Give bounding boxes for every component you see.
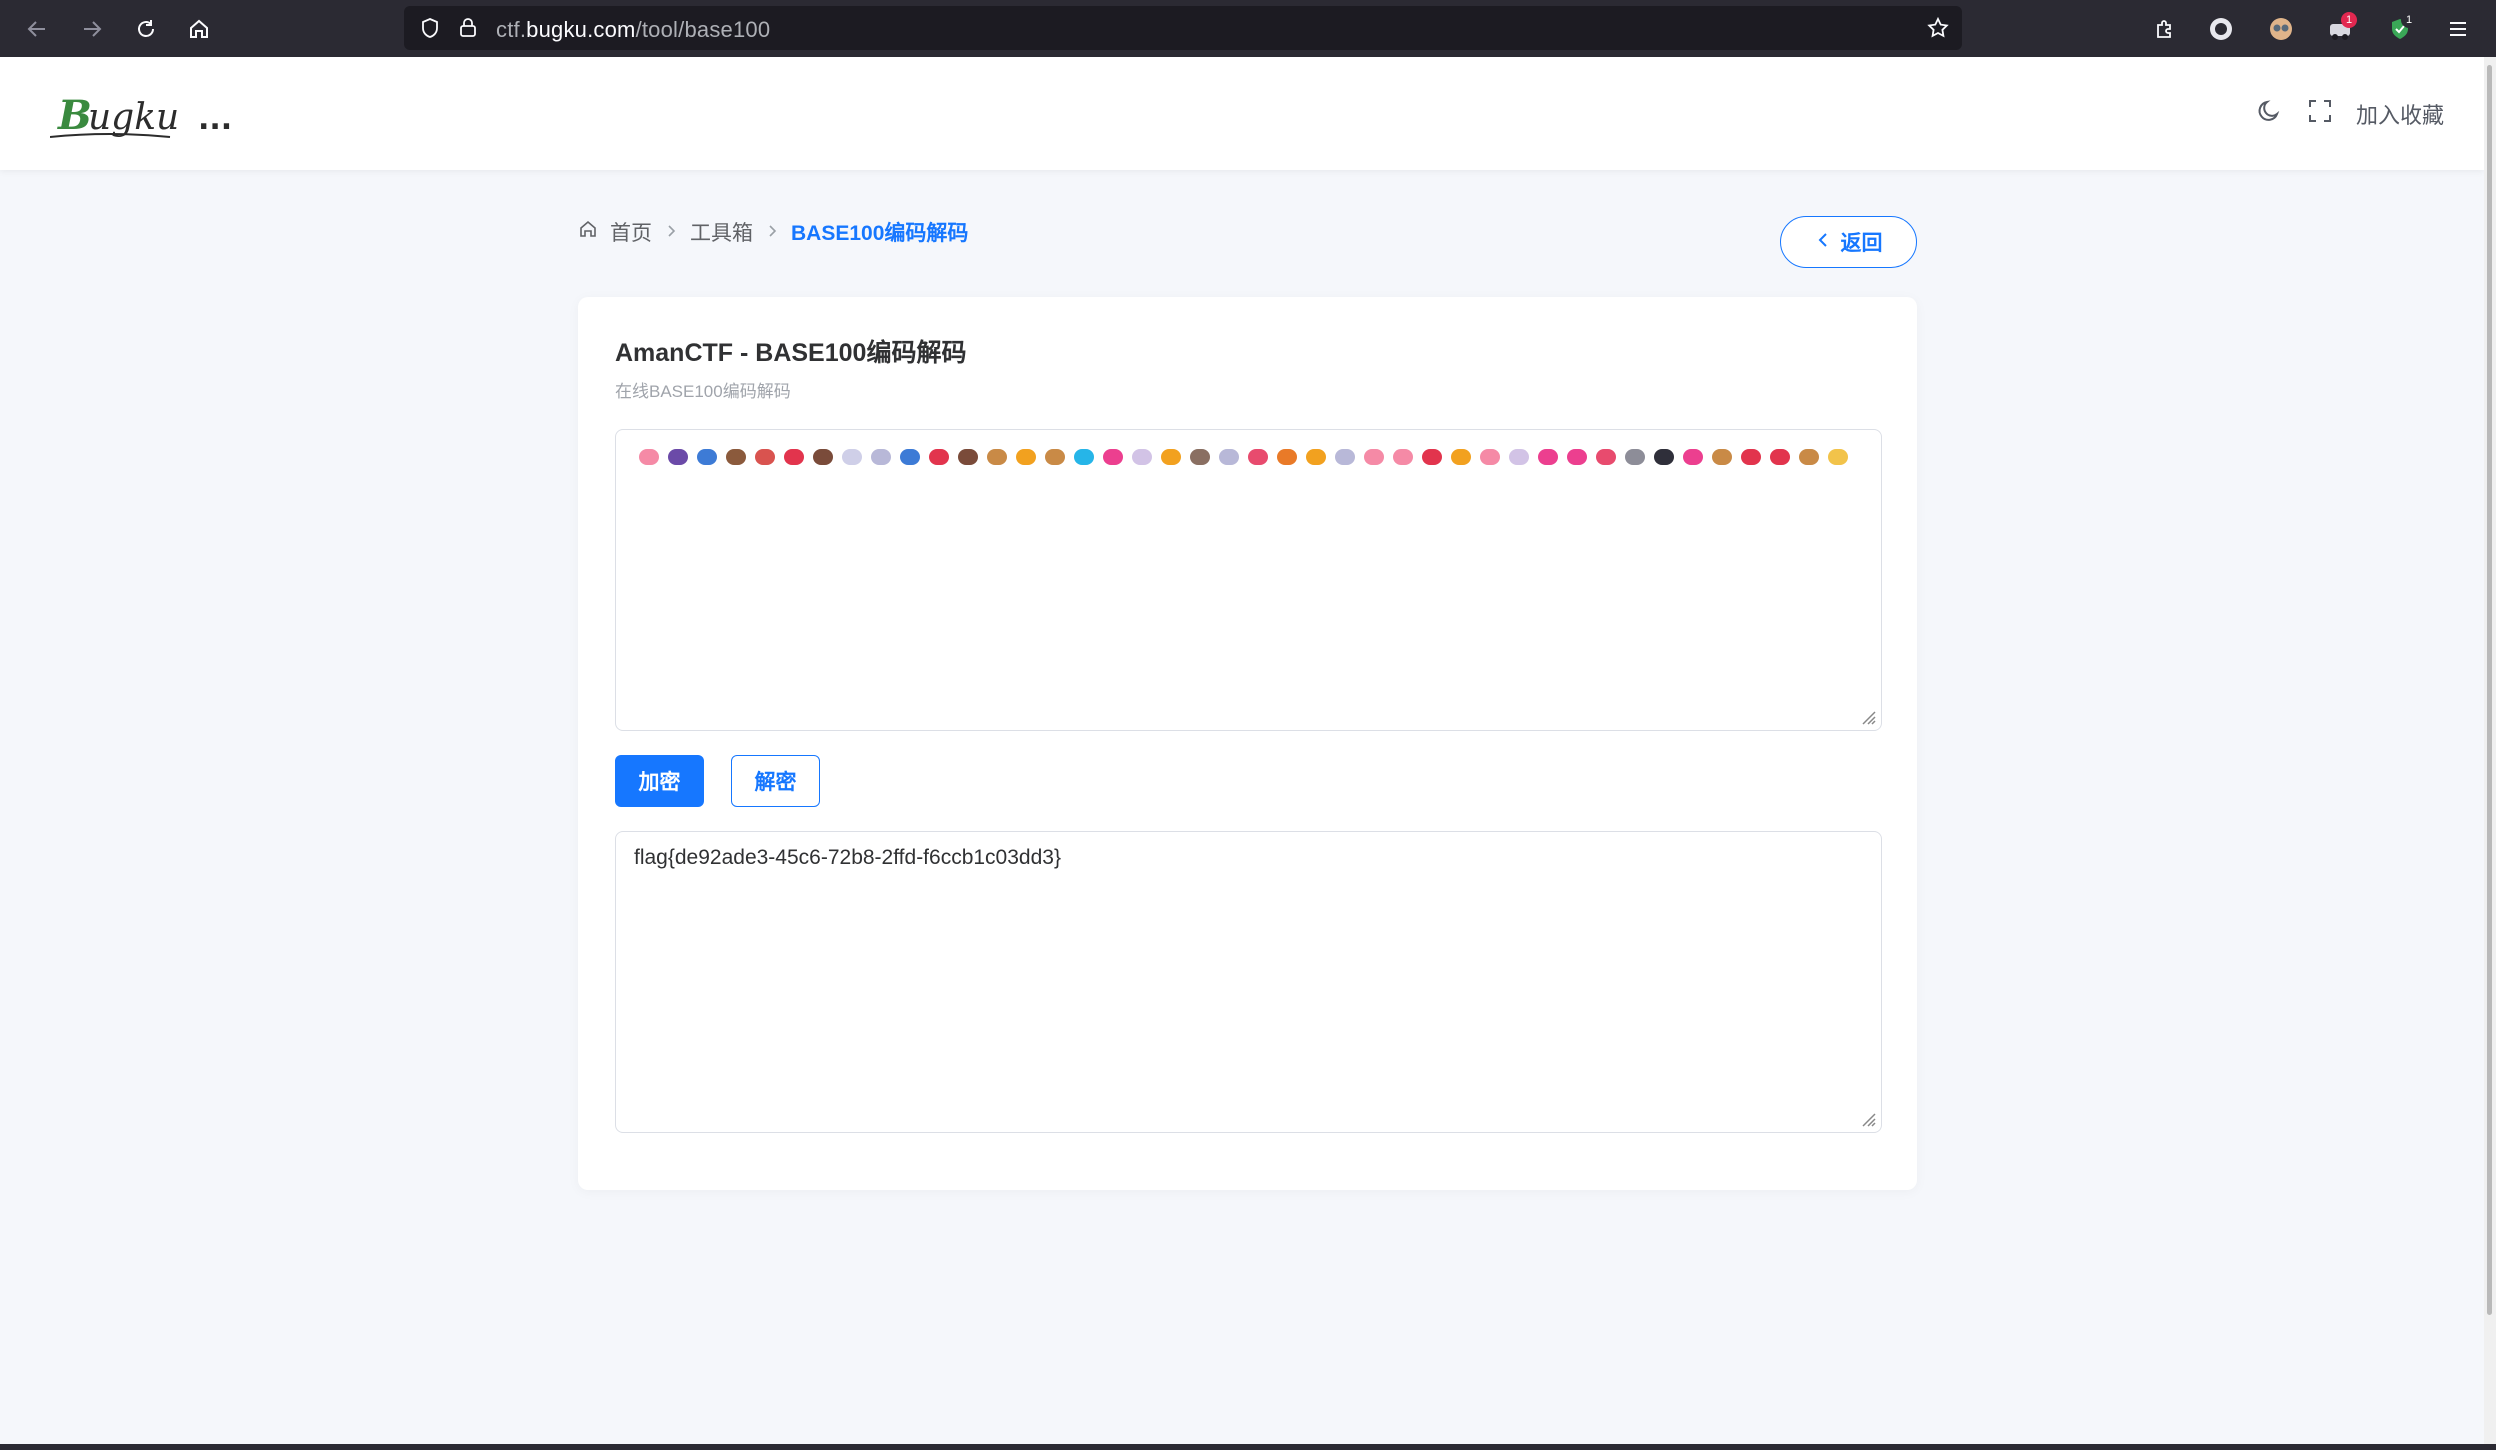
emoji-glyph: [1216, 444, 1241, 469]
extension-badge-count: 1: [2341, 12, 2357, 28]
emoji-glyph: [1274, 444, 1299, 469]
chevron-right-icon: [664, 222, 678, 243]
chevron-right-icon: [765, 222, 779, 243]
back-button[interactable]: 返回: [1780, 216, 1917, 268]
fullscreen-icon[interactable]: [2306, 97, 2334, 130]
card-title: AmanCTF - BASE100编码解码: [615, 339, 967, 367]
emoji-glyph: [810, 444, 835, 469]
emoji-glyph: [1796, 444, 1821, 469]
emoji-glyph: [1071, 444, 1096, 469]
emoji-glyph: [1419, 444, 1444, 469]
output-textarea[interactable]: flag{de92ade3-45c6-72b8-2ffd-f6ccb1c03dd…: [615, 831, 1882, 1133]
output-text: flag{de92ade3-45c6-72b8-2ffd-f6ccb1c03dd…: [634, 846, 1061, 869]
browser-toolbar: ctf.bugku.com/tool/base100 1 1: [0, 0, 2496, 57]
extension-badge-count-2: 1: [2401, 12, 2417, 28]
emoji-glyph: [665, 444, 690, 469]
emoji-glyph: [868, 444, 893, 469]
shield-icon[interactable]: [418, 16, 442, 45]
tool-card: AmanCTF - BASE100编码解码 在线BASE100编码解码 加密 解…: [578, 297, 1917, 1190]
home-icon[interactable]: [180, 10, 218, 48]
emoji-glyph: [752, 444, 777, 469]
emoji-glyph: [1651, 444, 1676, 469]
back-arrow-icon[interactable]: [18, 10, 56, 48]
car-extension-icon[interactable]: 1: [2321, 10, 2359, 48]
svg-text:ugku: ugku: [88, 97, 179, 138]
svg-text:...: ...: [198, 102, 232, 137]
emoji-glyph: [1303, 444, 1328, 469]
emoji-glyph: [1013, 444, 1038, 469]
extensions-icon[interactable]: [2145, 10, 2183, 48]
emoji-glyph: [1158, 444, 1183, 469]
input-textarea[interactable]: [615, 429, 1882, 731]
bugku-logo[interactable]: B ugku ...: [49, 87, 240, 147]
resize-handle-icon[interactable]: [1857, 1108, 1877, 1128]
emoji-glyph: [1622, 444, 1647, 469]
emoji-glyph: [1448, 444, 1473, 469]
emoji-glyph: [1477, 444, 1502, 469]
forward-arrow-icon[interactable]: [73, 10, 111, 48]
emoji-glyph: [1767, 444, 1792, 469]
emoji-glyph: [897, 444, 922, 469]
add-to-favorites-link[interactable]: 加入收藏: [2356, 98, 2444, 130]
emoji-glyph: [1738, 444, 1763, 469]
emoji-glyph: [1680, 444, 1705, 469]
emoji-glyph: [1361, 444, 1386, 469]
emoji-glyph: [984, 444, 1009, 469]
breadcrumb-toolbox[interactable]: 工具箱: [690, 217, 753, 247]
bookmark-star-icon[interactable]: [1926, 16, 1950, 45]
emoji-glyph: [1332, 444, 1357, 469]
breadcrumb-home[interactable]: 首页: [610, 217, 652, 247]
record-icon[interactable]: [2202, 10, 2240, 48]
breadcrumb-current: BASE100编码解码: [791, 222, 969, 245]
emoji-glyph: [781, 444, 806, 469]
lock-icon[interactable]: [456, 16, 480, 45]
url-domain: bugku.com: [526, 17, 636, 42]
url-prefix: ctf.: [496, 17, 527, 42]
emoji-glyph: [1825, 444, 1850, 469]
emoji-input-content: [636, 444, 1850, 469]
url-bar[interactable]: ctf.bugku.com/tool/base100: [404, 6, 1962, 50]
scrollbar-thumb[interactable]: [2487, 65, 2492, 1315]
emoji-glyph: [1100, 444, 1125, 469]
emoji-glyph: [1187, 444, 1212, 469]
emoji-glyph: [1390, 444, 1415, 469]
resize-handle-icon[interactable]: [1857, 706, 1877, 726]
chevron-left-icon: [1815, 230, 1831, 254]
encrypt-button[interactable]: 加密: [615, 755, 704, 807]
page-scrollbar[interactable]: [2484, 57, 2496, 1450]
reload-icon[interactable]: [127, 10, 165, 48]
emoji-glyph: [1506, 444, 1531, 469]
shield-extension-icon[interactable]: 1: [2381, 10, 2419, 48]
glasses-extension-icon[interactable]: [2262, 10, 2300, 48]
card-subtitle: 在线BASE100编码解码: [615, 382, 791, 401]
emoji-glyph: [694, 444, 719, 469]
back-button-label: 返回: [1840, 232, 1883, 255]
header-actions: 加入收藏: [2256, 97, 2444, 130]
dark-mode-moon-icon[interactable]: [2256, 97, 2284, 130]
emoji-glyph: [1129, 444, 1154, 469]
window-bottom-edge: [0, 1444, 2496, 1450]
emoji-glyph: [1535, 444, 1560, 469]
emoji-glyph: [926, 444, 951, 469]
emoji-glyph: [955, 444, 980, 469]
emoji-glyph: [1564, 444, 1589, 469]
emoji-glyph: [1709, 444, 1734, 469]
emoji-glyph: [1593, 444, 1618, 469]
emoji-glyph: [839, 444, 864, 469]
url-path: /tool/base100: [635, 17, 771, 42]
svg-text:B: B: [57, 92, 92, 139]
home-icon: [578, 219, 598, 245]
breadcrumb: 首页 工具箱 BASE100编码解码: [578, 217, 968, 247]
emoji-glyph: [1042, 444, 1067, 469]
emoji-glyph: [1245, 444, 1270, 469]
menu-icon[interactable]: [2439, 10, 2477, 48]
emoji-glyph: [723, 444, 748, 469]
decrypt-button[interactable]: 解密: [731, 755, 820, 807]
url-text: ctf.bugku.com/tool/base100: [496, 17, 770, 43]
emoji-glyph: [636, 444, 661, 469]
site-header: B ugku ... 加入收藏: [0, 57, 2484, 170]
